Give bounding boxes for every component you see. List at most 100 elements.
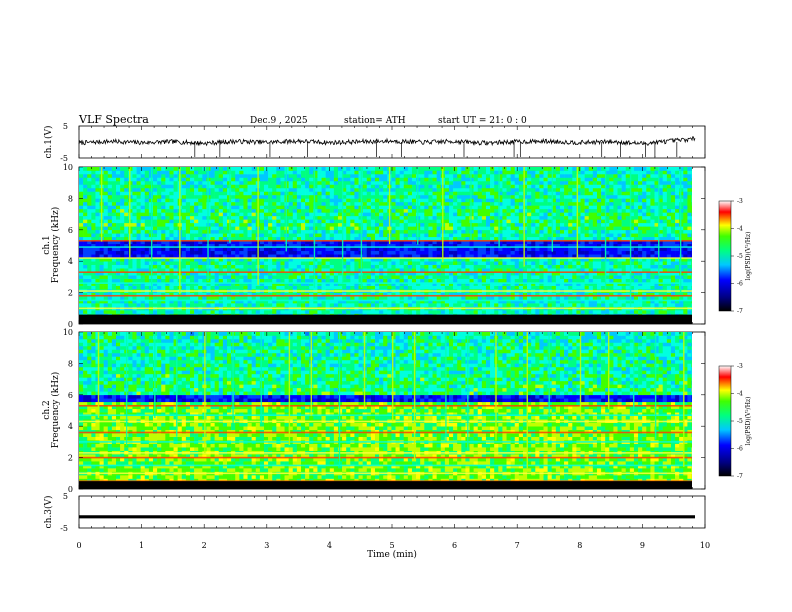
spectrogram-cell bbox=[621, 226, 627, 231]
spectrogram-cell bbox=[539, 212, 544, 217]
spectrogram-cell bbox=[424, 310, 429, 314]
spectrogram-cell bbox=[613, 296, 618, 300]
spectrogram-cell bbox=[91, 212, 96, 217]
spectrogram-cell bbox=[428, 229, 433, 234]
spectrogram-cell bbox=[276, 222, 281, 227]
spectrogram-cell bbox=[317, 226, 322, 231]
spectrogram-cell bbox=[559, 264, 565, 269]
spectrogram-cell bbox=[91, 303, 96, 307]
spectrogram-cell bbox=[342, 310, 347, 314]
spectrogram-cell bbox=[189, 275, 195, 279]
spectrogram-cell bbox=[157, 219, 162, 224]
spectrogram-cell bbox=[321, 212, 326, 217]
spectrogram-cell bbox=[518, 233, 524, 238]
spectrogram-cell bbox=[321, 275, 326, 279]
spectrogram-cell bbox=[325, 250, 331, 255]
spectrogram-cell bbox=[584, 275, 590, 279]
spectrogram-cell bbox=[214, 285, 220, 290]
spectrogram-cell bbox=[646, 208, 651, 213]
spectrogram-cell bbox=[226, 226, 232, 231]
spectrogram-cell bbox=[448, 250, 454, 255]
spectrogram-cell bbox=[584, 215, 590, 220]
spectrogram-cell bbox=[617, 226, 622, 231]
spectrogram-cell bbox=[453, 275, 458, 279]
spectrogram-cell bbox=[99, 275, 104, 279]
figure-title: VLF Spectra bbox=[78, 113, 149, 126]
spectrogram-cell bbox=[136, 229, 141, 234]
spectrogram-cell bbox=[399, 229, 405, 234]
spectrogram-cell bbox=[263, 261, 269, 265]
spectrogram-cell bbox=[152, 250, 158, 255]
spectrogram-cell bbox=[457, 310, 462, 314]
spectrogram-cell bbox=[161, 310, 166, 314]
spectrogram-cell bbox=[518, 310, 524, 314]
spectrogram-cell bbox=[502, 310, 507, 314]
spectrogram-cell bbox=[292, 226, 298, 231]
spectrogram-cell bbox=[272, 212, 277, 217]
spectrogram-cell bbox=[346, 250, 351, 255]
spectrogram-cell bbox=[535, 226, 540, 231]
spectrogram-cell bbox=[157, 303, 162, 307]
spectrogram-cell bbox=[83, 226, 88, 231]
spectrogram-cell bbox=[514, 296, 520, 300]
spectrogram-cell bbox=[687, 264, 692, 269]
spectrogram-cell bbox=[181, 275, 187, 279]
spectrogram-cell bbox=[646, 226, 651, 231]
spectrogram-cell bbox=[132, 250, 137, 255]
spectrogram-cell bbox=[239, 261, 244, 265]
spectrogram-cell bbox=[300, 275, 306, 279]
spectrogram-cell bbox=[235, 250, 240, 255]
spectrogram-cell bbox=[173, 250, 178, 255]
spectrogram-cell bbox=[457, 250, 462, 255]
spectrogram-cell bbox=[329, 222, 335, 227]
spectrogram-cell bbox=[448, 285, 454, 290]
spectrogram-cell bbox=[305, 229, 310, 234]
spectrogram-cell bbox=[666, 310, 672, 314]
spectrogram-cell bbox=[617, 296, 622, 300]
spectrogram-cell bbox=[592, 275, 598, 279]
spectrogram-cell bbox=[222, 229, 228, 234]
spectrogram-cell bbox=[280, 233, 285, 238]
spectrogram-cell bbox=[321, 310, 326, 314]
spectrogram-cell bbox=[399, 222, 405, 227]
spectrogram-cell bbox=[194, 261, 199, 265]
spectrogram-cell bbox=[514, 229, 520, 234]
spectrogram-cell bbox=[354, 264, 359, 269]
spectrogram-cell bbox=[120, 205, 125, 210]
spectrogram-cell bbox=[152, 296, 158, 300]
spectrogram-cell bbox=[498, 250, 503, 255]
spectrogram-cell bbox=[407, 303, 413, 307]
spectrogram-cell bbox=[510, 285, 516, 290]
spectrogram-cell bbox=[510, 226, 516, 231]
spectrogram-cell bbox=[670, 275, 676, 279]
spectrogram-cell bbox=[420, 226, 425, 231]
spectrogram-cell bbox=[132, 219, 137, 224]
spectrogram-cell bbox=[95, 205, 100, 210]
spectrogram-cell bbox=[91, 310, 96, 314]
spectrogram-cell bbox=[210, 233, 215, 238]
spectrogram-cell bbox=[128, 278, 133, 283]
spectrogram-cell bbox=[83, 261, 88, 265]
spectrogram-cell bbox=[539, 208, 544, 213]
spectrogram-cell bbox=[498, 275, 503, 279]
spectrogram-cell bbox=[83, 278, 88, 283]
spectrogram-cell bbox=[280, 229, 285, 234]
spectrogram-cell bbox=[494, 215, 499, 220]
spectrogram-cell bbox=[596, 233, 602, 238]
spectrogram-cell bbox=[95, 226, 100, 231]
spectrogram-cell bbox=[395, 215, 400, 220]
spectrogram-cell bbox=[79, 303, 84, 307]
spectrogram-cell bbox=[691, 240, 692, 245]
spectrogram-cell bbox=[132, 212, 137, 217]
spectrogram-cell bbox=[621, 296, 627, 300]
spectrogram-cell bbox=[650, 229, 655, 234]
spectrogram-cell bbox=[370, 212, 376, 217]
spectrogram-cell bbox=[222, 264, 228, 269]
spectrogram-cell bbox=[670, 310, 676, 314]
spectrogram-cell bbox=[202, 212, 207, 217]
spectrogram-cell bbox=[292, 222, 298, 227]
spectrogram-cell bbox=[539, 226, 544, 231]
spectrogram-cell bbox=[416, 285, 421, 290]
spectrogram-cell bbox=[107, 222, 113, 227]
spectrogram-cell bbox=[280, 219, 285, 224]
